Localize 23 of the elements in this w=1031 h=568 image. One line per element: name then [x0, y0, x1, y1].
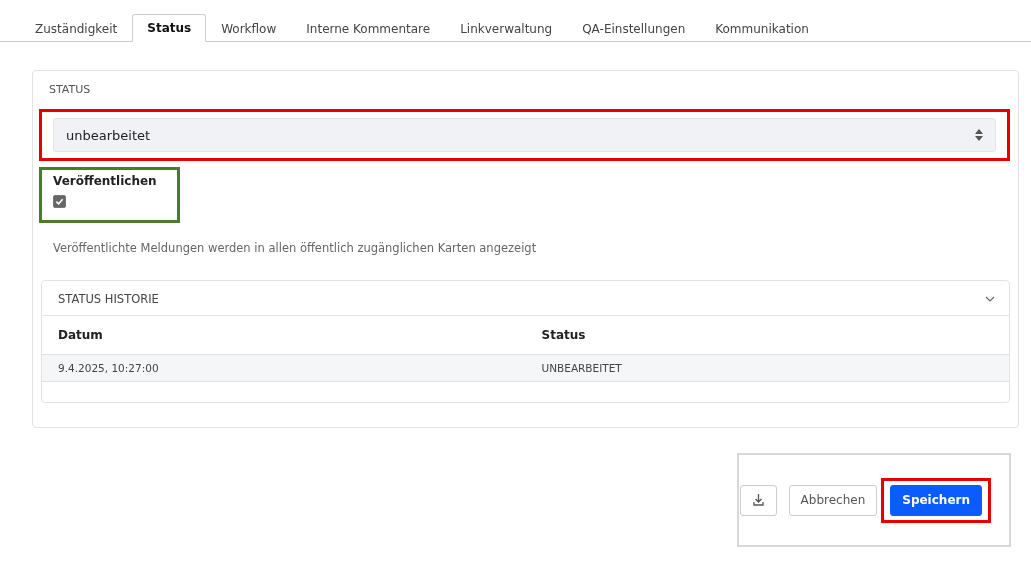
table-cell: UNBEARBEITET — [525, 354, 1009, 382]
hint-text: Veröffentlichte Meldungen werden in allen öffentlich zugänglichen Karten angezeigt — [53, 241, 538, 255]
section-title: STATUS — [49, 83, 92, 96]
tab[interactable]: Zuständigkeit — [20, 14, 133, 42]
tab[interactable]: QA-Einstellungen — [567, 14, 701, 42]
checkbox[interactable] — [53, 195, 66, 208]
cancel-button[interactable]: Abbrechen — [788, 484, 878, 516]
download-icon — [752, 494, 764, 506]
save-button[interactable]: Speichern — [890, 484, 982, 516]
column-header: Datum — [42, 315, 526, 355]
chevron-icon[interactable] — [985, 296, 995, 302]
download-button[interactable] — [739, 484, 777, 516]
sort-arrows-icon — [975, 129, 983, 141]
table-cell: 9.4.2025, 10:27:00 — [42, 354, 526, 382]
checkbox-label: Veröffentlichen — [53, 174, 157, 188]
column-header: Status — [525, 315, 1009, 355]
tab[interactable]: Interne Kommentare — [291, 14, 446, 42]
tab[interactable]: Linkverwaltung — [445, 14, 568, 42]
status-select[interactable]: unbearbeitet — [53, 118, 996, 152]
tab[interactable]: Status — [132, 14, 207, 42]
tab[interactable]: Workflow — [206, 14, 292, 42]
panel-title: STATUS HISTORIE — [58, 292, 159, 306]
tab[interactable]: Kommunikation — [700, 14, 824, 42]
